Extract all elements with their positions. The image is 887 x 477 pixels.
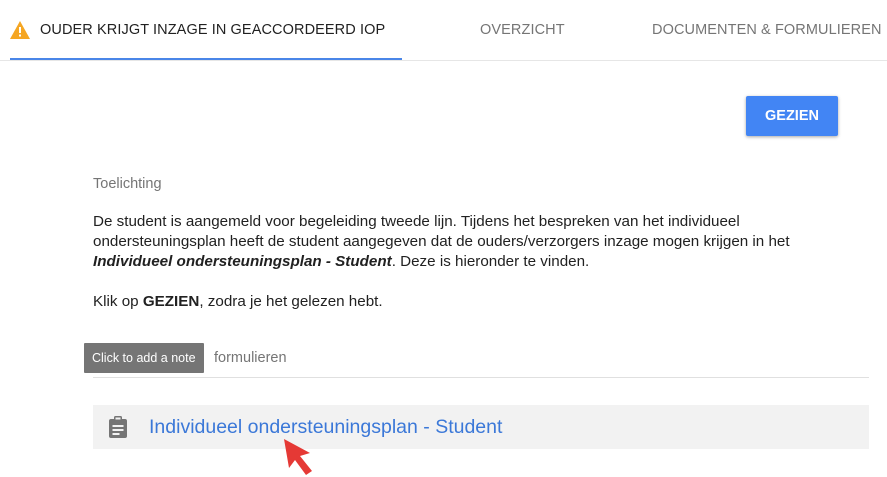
document-link[interactable]: Individueel ondersteuningsplan - Student xyxy=(149,416,502,439)
outro-text: . Deze is hieronder te vinden. xyxy=(391,253,590,270)
toelichting-paragraph: De student is aangemeld voor begeleiding… xyxy=(93,212,853,272)
tab-label: OUDER KRIJGT INZAGE IN GEACCORDEERD IOP xyxy=(40,22,386,38)
divider xyxy=(93,377,869,378)
add-note-tooltip: Click to add a note xyxy=(84,343,204,373)
document-item[interactable]: Individueel ondersteuningsplan - Student xyxy=(93,405,869,449)
instruction-suffix: , zodra je het gelezen hebt. xyxy=(199,293,383,310)
gezien-button[interactable]: GEZIEN xyxy=(746,96,838,136)
tab-bar: OUDER KRIJGT INZAGE IN GEACCORDEERD IOP … xyxy=(0,0,887,61)
warning-icon xyxy=(10,21,30,39)
tab-label: OVERZICHT xyxy=(480,22,565,38)
instruction-prefix: Klik op xyxy=(93,293,143,310)
tab-documenten-formulieren[interactable]: DOCUMENTEN & FORMULIEREN xyxy=(652,0,882,60)
toelichting-text: De student is aangemeld voor begeleiding… xyxy=(93,212,853,312)
tab-label: DOCUMENTEN & FORMULIEREN xyxy=(652,22,882,38)
tooltip-text: Click to add a note xyxy=(92,351,196,365)
tab-overzicht[interactable]: OVERZICHT xyxy=(480,0,565,60)
cursor-arrow-icon xyxy=(284,439,312,475)
clipboard-icon xyxy=(109,416,127,438)
instruction-strong: GEZIEN xyxy=(142,293,200,310)
document-reference: Individueel ondersteuningsplan - Student xyxy=(93,253,392,270)
active-tab-indicator xyxy=(10,58,402,60)
tab-ouder-krijgt-inzage[interactable]: OUDER KRIJGT INZAGE IN GEACCORDEERD IOP xyxy=(10,0,402,60)
instruction-paragraph: Klik op GEZIEN, zodra je het gelezen heb… xyxy=(93,292,853,312)
toelichting-label: Toelichting xyxy=(93,176,162,192)
intro-text: De student is aangemeld voor begeleiding… xyxy=(93,213,790,250)
